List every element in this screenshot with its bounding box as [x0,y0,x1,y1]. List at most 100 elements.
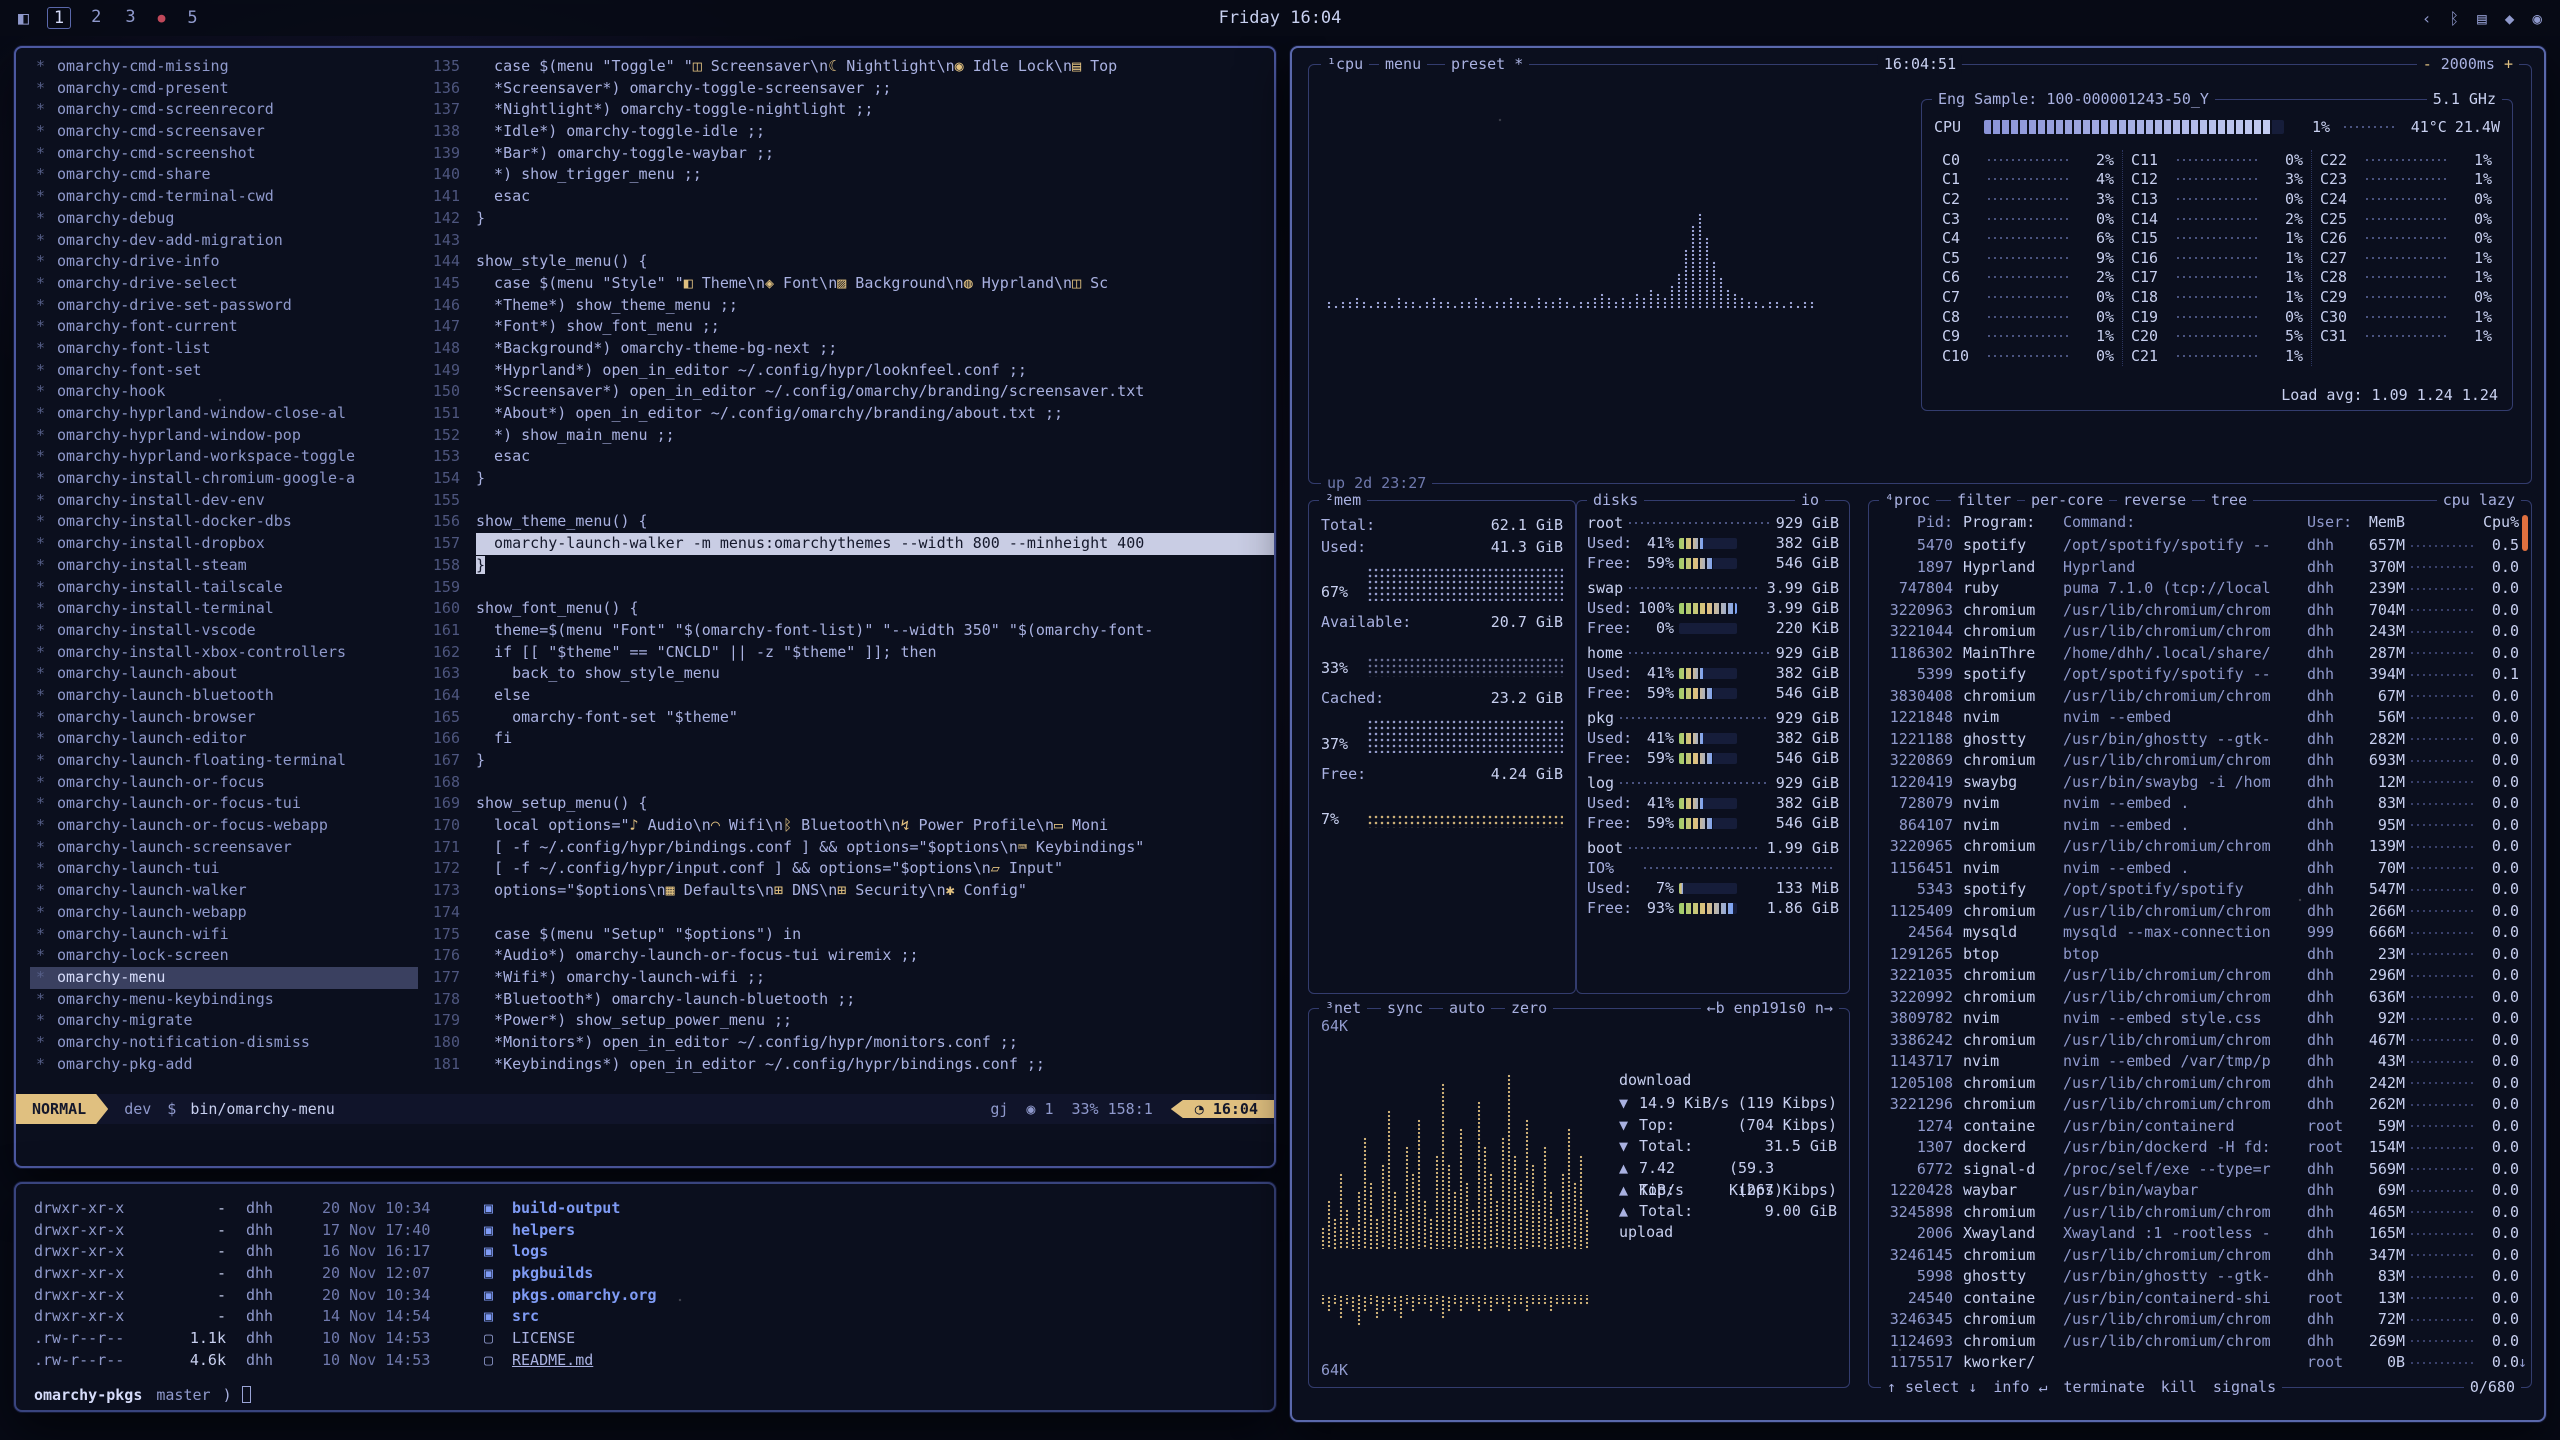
launcher-icon[interactable]: ◧ [18,8,29,29]
net-zero-toggle[interactable]: zero [1505,999,1553,1018]
process-row[interactable]: 3220963chromium/usr/lib/chromium/chromdh… [1881,600,2519,622]
file-list-item[interactable]: *omarchy-install-xbox-controllers [30,642,418,664]
process-row[interactable]: 5343spotify/opt/spotify/spotifydhh547M0.… [1881,879,2519,901]
file-list-item[interactable]: *omarchy-launch-editor [30,728,418,750]
file-list-item[interactable]: *omarchy-install-dropbox [30,533,418,555]
process-row[interactable]: 3809782nvimnvim --embed style.cssdhh92M0… [1881,1008,2519,1030]
process-row[interactable]: 5998ghostty/usr/bin/ghostty --gtk-dhh83M… [1881,1266,2519,1288]
file-list-item[interactable]: *omarchy-menu-keybindings [30,989,418,1011]
file-list-item[interactable]: *omarchy-drive-info [30,251,418,273]
file-list-item[interactable]: *omarchy-hyprland-workspace-toggle [30,446,418,468]
process-row[interactable]: 1897HyprlandHyprlanddhh370M0.0 [1881,557,2519,579]
process-row[interactable]: 3220869chromium/usr/lib/chromium/chromdh… [1881,750,2519,772]
file-list-item[interactable]: *omarchy-hyprland-window-close-al [30,403,418,425]
process-row[interactable]: 3221035chromium/usr/lib/chromium/chromdh… [1881,965,2519,987]
net-auto-toggle[interactable]: auto [1443,999,1491,1018]
reverse-toggle[interactable]: reverse [2117,491,2192,510]
process-row[interactable]: 1186302MainThre/home/dhh/.local/share/dh… [1881,643,2519,665]
process-row[interactable]: 1205108chromium/usr/lib/chromium/chromdh… [1881,1073,2519,1095]
column-header[interactable]: Command: [2063,513,2301,533]
process-row[interactable]: 2006XwaylandXwayland :1 -rootless -dhh16… [1881,1223,2519,1245]
net-sync-toggle[interactable]: sync [1381,999,1429,1018]
workspace-button-2[interactable]: 2 [87,7,105,29]
process-row[interactable]: 1307dockerd/usr/bin/dockerd -H fd:root15… [1881,1137,2519,1159]
file-list-item[interactable]: *omarchy-font-set [30,360,418,382]
io-toggle[interactable]: io [1795,491,1825,510]
file-list-item[interactable]: *omarchy-launch-about [30,663,418,685]
process-row[interactable]: 864107nvimnvim --embed .dhh95M0.0 [1881,815,2519,837]
net-interface[interactable]: ←b enp191s0 n→ [1701,999,1839,1018]
process-row[interactable]: 1175517kworker/root0B0.0 [1881,1352,2519,1373]
file-list-item[interactable]: *omarchy-install-vscode [30,620,418,642]
column-header[interactable]: Cpu% [2483,513,2519,533]
process-row[interactable]: 1156451nvimnvim --embed .dhh70M0.0 [1881,858,2519,880]
file-list-item[interactable]: *omarchy-drive-select [30,273,418,295]
info-button[interactable]: info ↵ [1993,1378,2047,1397]
process-row[interactable]: 1124693chromium/usr/lib/chromium/chromdh… [1881,1331,2519,1353]
process-row[interactable]: 3221296chromium/usr/lib/chromium/chromdh… [1881,1094,2519,1116]
select-button[interactable]: ↑ select ↓ [1887,1378,1977,1397]
filter-button[interactable]: filter [1951,491,2017,510]
workspace-button-3[interactable]: 3 [121,7,139,29]
process-row[interactable]: 1274containe/usr/bin/containerdroot59M0.… [1881,1116,2519,1138]
process-row[interactable]: 24540containe/usr/bin/containerd-shiroot… [1881,1288,2519,1310]
interval-minus-button[interactable]: - [2423,55,2432,73]
process-row[interactable]: 1143717nvimnvim --embed /var/tmp/pdhh43M… [1881,1051,2519,1073]
file-list-item[interactable]: *omarchy-install-terminal [30,598,418,620]
file-list-item[interactable]: *omarchy-launch-walker [30,880,418,902]
file-list-item[interactable]: *omarchy-launch-bluetooth [30,685,418,707]
menu-button[interactable]: menu [1379,55,1427,74]
file-list-item[interactable]: *omarchy-notification-dismiss [30,1032,418,1054]
interval-plus-button[interactable]: + [2504,55,2513,73]
process-row[interactable]: 3220992chromium/usr/lib/chromium/chromdh… [1881,987,2519,1009]
column-header[interactable]: MemB [2355,513,2405,533]
file-list-item[interactable]: *omarchy-install-steam [30,555,418,577]
process-box-label[interactable]: ⁴proc [1879,491,1936,510]
sort-selector[interactable]: cpu lazy [2437,491,2521,510]
file-list-item[interactable]: *omarchy-launch-webapp [30,902,418,924]
bluetooth-icon[interactable]: ᛒ [2449,9,2459,28]
file-list-item[interactable]: *omarchy-hyprland-window-pop [30,425,418,447]
chevron-left-icon[interactable]: ‹ [2422,9,2432,28]
process-row[interactable]: 3245898chromium/usr/lib/chromium/chromdh… [1881,1202,2519,1224]
scroll-down-icon[interactable]: ↓ [2518,1353,2527,1371]
file-list-item[interactable]: *omarchy-cmd-terminal-cwd [30,186,418,208]
file-list-item[interactable]: *omarchy-migrate [30,1010,418,1032]
file-list-item[interactable]: *omarchy-drive-set-password [30,295,418,317]
file-list-item[interactable]: *omarchy-launch-or-focus-tui [30,793,418,815]
file-list-item[interactable]: *omarchy-cmd-missing [30,56,418,78]
file-list-item[interactable]: *omarchy-launch-tui [30,858,418,880]
file-list-item[interactable]: *omarchy-cmd-screenshot [30,143,418,165]
file-list-item[interactable]: *omarchy-pkg-add [30,1054,418,1076]
process-row[interactable]: 5470spotify/opt/spotify/spotify --dhh657… [1881,535,2519,557]
process-row[interactable]: 3830408chromium/usr/lib/chromium/chromdh… [1881,686,2519,708]
file-list-item[interactable]: *omarchy-install-chromium-google-a [30,468,418,490]
file-list-item[interactable]: *omarchy-launch-floating-terminal [30,750,418,772]
process-row[interactable]: 1291265btopbtopdhh23M0.0 [1881,944,2519,966]
kill-button[interactable]: kill [2161,1378,2197,1397]
file-list-item[interactable]: *omarchy-install-docker-dbs [30,511,418,533]
process-row[interactable]: 1221188ghostty/usr/bin/ghostty --gtk-dhh… [1881,729,2519,751]
process-row[interactable]: 3246345chromium/usr/lib/chromium/chromdh… [1881,1309,2519,1331]
file-list-item[interactable]: *omarchy-font-current [30,316,418,338]
file-list-item[interactable]: *omarchy-launch-browser [30,707,418,729]
process-row[interactable]: 1220428waybar/usr/bin/waybardhh69M0.0 [1881,1180,2519,1202]
column-header[interactable]: Program: [1963,513,2055,533]
process-row[interactable]: 6772signal-d/proc/self/exe --type=rdhh56… [1881,1159,2519,1181]
column-header[interactable]: User: [2307,513,2355,533]
process-row[interactable]: 3221044chromium/usr/lib/chromium/chromdh… [1881,621,2519,643]
network-box-label[interactable]: ³net [1319,999,1367,1018]
column-header[interactable]: Pid: [1881,513,1953,533]
file-list-item[interactable]: *omarchy-launch-screensaver [30,837,418,859]
process-row[interactable]: 747804rubypuma 7.1.0 (tcp://localdhh239M… [1881,578,2519,600]
file-list-item[interactable]: *omarchy-install-tailscale [30,577,418,599]
process-scrollbar-thumb[interactable] [2522,515,2528,551]
file-list-item[interactable]: *omarchy-cmd-screensaver [30,121,418,143]
process-row[interactable]: 3246145chromium/usr/lib/chromium/chromdh… [1881,1245,2519,1267]
preset-button[interactable]: preset * [1445,55,1529,74]
file-list-item[interactable]: *omarchy-launch-wifi [30,924,418,946]
process-row[interactable]: 24564mysqldmysqld --max-connection999666… [1881,922,2519,944]
file-list-item[interactable]: *omarchy-cmd-share [30,164,418,186]
file-list-item[interactable]: *omarchy-install-dev-env [30,490,418,512]
file-list-item[interactable]: *omarchy-launch-or-focus-webapp [30,815,418,837]
